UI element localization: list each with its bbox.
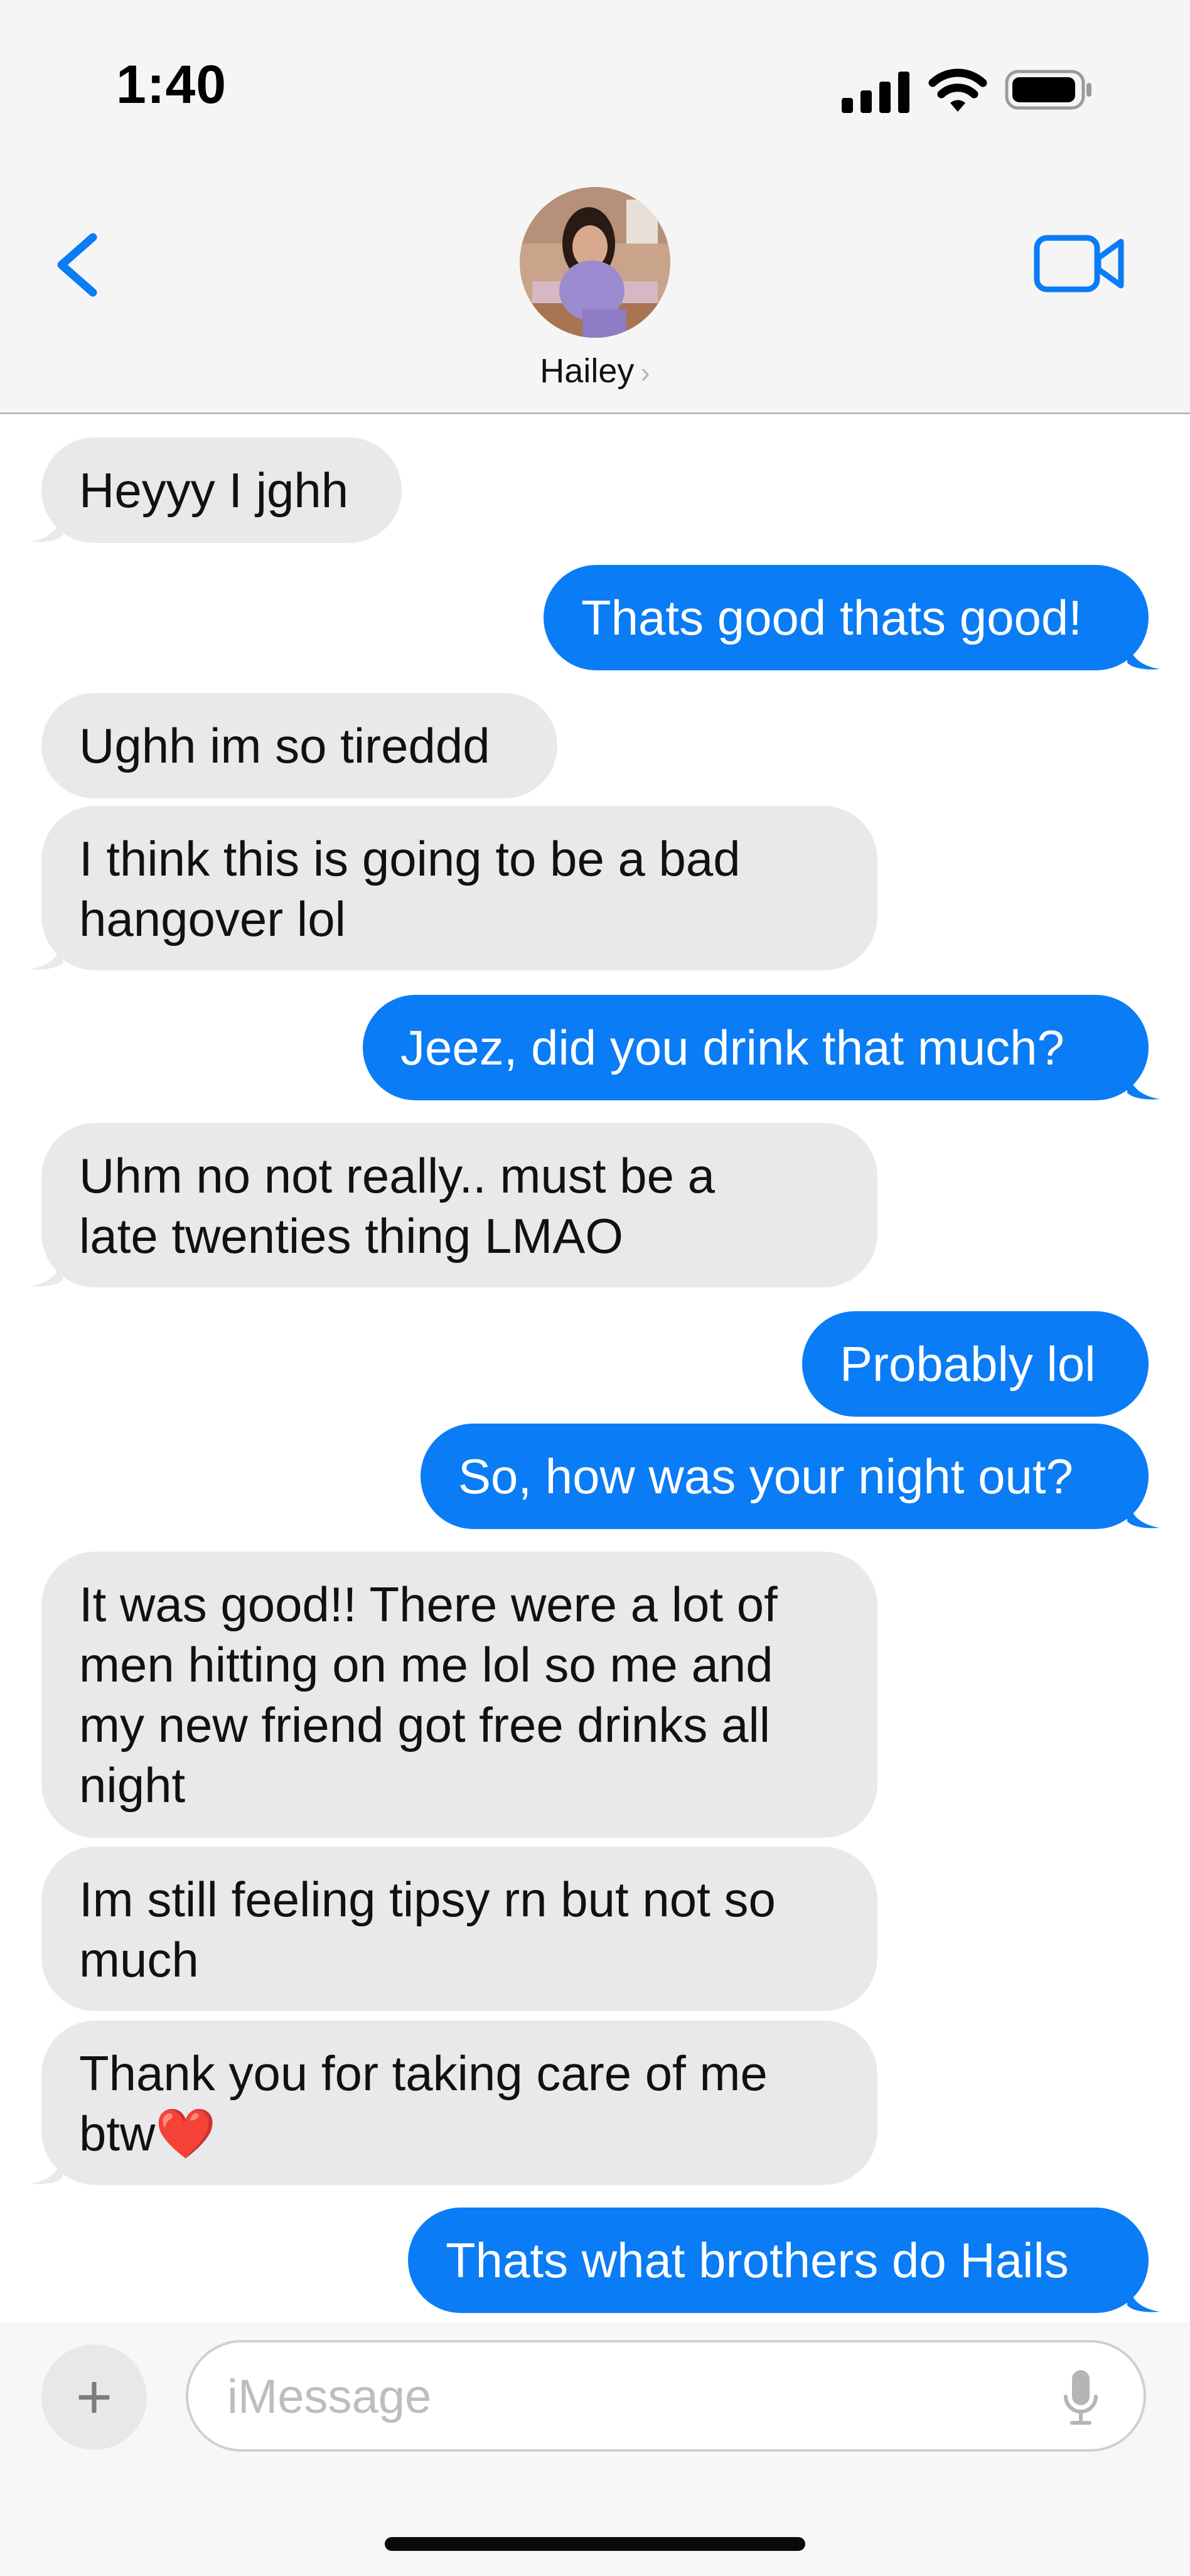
message-bubble[interactable]: Thank you for taking care of me btw❤️ [41,2021,877,2185]
message-bubble[interactable]: I think this is going to be a bad hangov… [41,806,877,970]
battery-icon [1005,70,1091,110]
message-field[interactable] [186,2340,1146,2452]
chevron-right-icon: › [640,356,650,389]
bubble-tail [1127,1494,1160,1528]
facetime-video-icon [1034,235,1124,292]
contact-name: Hailey [540,352,635,390]
bubble-tail [30,2150,63,2184]
back-button[interactable] [38,213,126,314]
contact-avatar[interactable] [520,187,670,338]
microphone-icon[interactable] [1062,2368,1100,2428]
apps-plus-button[interactable]: + [41,2344,147,2450]
avatar-photo [520,187,670,338]
cellular-signal-icon [842,72,909,113]
bubble-tail [30,935,63,970]
status-icons [842,63,1093,113]
conversation-header: 1:40 Hailey › [0,0,1190,414]
message-bubble[interactable]: Thats good thats good! [544,565,1149,670]
message-bubble[interactable]: Im still feeling tipsy rn but not so muc… [41,1847,877,2011]
message-bubble[interactable]: Probably lol [802,1311,1149,1417]
facetime-button[interactable] [1033,229,1127,298]
plus-icon: + [75,2362,113,2432]
message-bubble[interactable]: Thats what brothers do Hails [408,2208,1149,2313]
wifi-icon [928,68,987,112]
bubble-tail [30,1252,63,1287]
bubble-tail [1127,1065,1160,1100]
message-input[interactable] [226,2368,1013,2425]
bubble-tail [1127,635,1160,670]
chevron-left-icon [57,233,97,297]
message-bubble[interactable]: So, how was your night out? [421,1424,1149,1529]
message-bubble[interactable]: Jeez, did you drink that much? [363,995,1149,1100]
contact-name-button[interactable]: Hailey › [0,352,1190,390]
message-bubble[interactable]: It was good!! There were a lot of men hi… [41,1552,877,1838]
bubble-tail [30,508,63,542]
message-bubble[interactable]: Heyyy I jghh [41,437,402,543]
message-bubble[interactable]: Ughh im so tireddd [41,693,557,798]
bubble-tail [1127,2278,1160,2312]
status-time: 1:40 [116,55,227,115]
home-indicator[interactable] [385,2537,805,2551]
message-bubble[interactable]: Uhm no not really.. must be a late twent… [41,1123,877,1287]
